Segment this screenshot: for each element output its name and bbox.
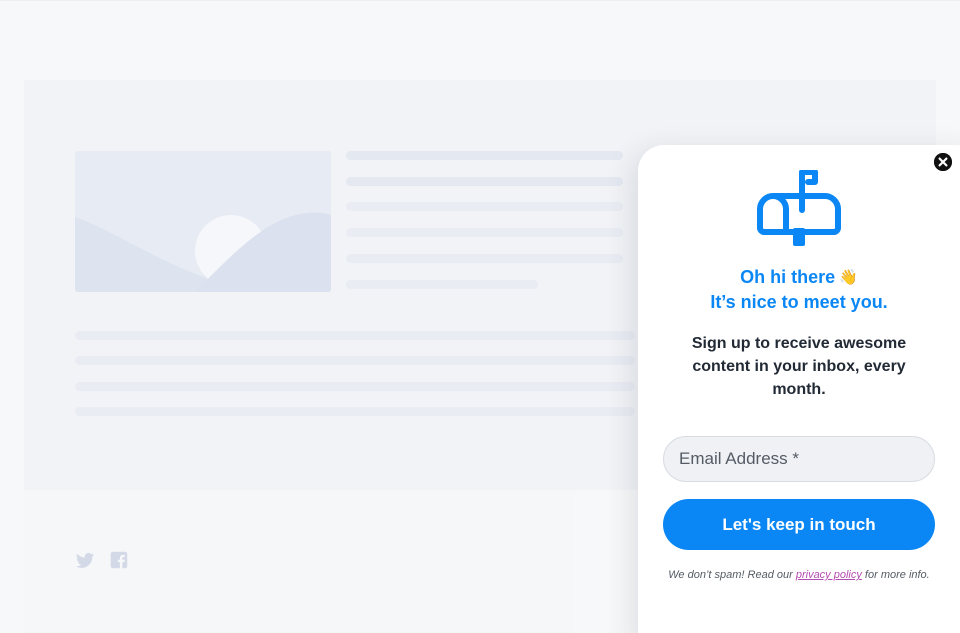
email-field[interactable]: [663, 436, 935, 482]
skeleton-line: [346, 254, 623, 263]
skeleton-line: [75, 407, 635, 416]
skeleton-line: [346, 202, 623, 211]
greeting-line-1: Oh hi there 👋: [638, 265, 960, 290]
image-placeholder-icon: [75, 151, 331, 292]
top-divider: [0, 0, 960, 1]
skeleton-line: [346, 228, 623, 237]
keep-in-touch-button[interactable]: Let's keep in touch: [663, 499, 935, 550]
signup-description: Sign up to receive awesome content in yo…: [691, 335, 907, 398]
skeleton-line: [346, 177, 623, 186]
skeleton-line: [75, 382, 635, 391]
disclaimer-suffix: for more info.: [861, 569, 930, 581]
skeleton-line: [346, 280, 538, 289]
disclaimer-prefix: We don’t spam! Read our: [668, 569, 796, 581]
skeleton-line: [75, 356, 635, 365]
footer-strip: [24, 490, 574, 633]
skeleton-line: [75, 331, 635, 340]
waving-hand-icon: 👋: [839, 269, 858, 286]
close-icon[interactable]: [934, 153, 952, 171]
greeting-text: Oh hi there: [740, 267, 836, 287]
mailbox-icon: [757, 169, 841, 248]
spam-disclaimer: We don’t spam! Read our privacy policy f…: [658, 567, 940, 583]
facebook-icon[interactable]: [110, 551, 130, 571]
twitter-icon[interactable]: [75, 551, 95, 571]
page: Oh hi there 👋 It’s nice to meet you. Sign…: [0, 0, 960, 633]
skeleton-line: [346, 151, 623, 160]
privacy-policy-link[interactable]: privacy policy: [796, 569, 862, 581]
greeting-line-2: It’s nice to meet you.: [710, 292, 888, 312]
